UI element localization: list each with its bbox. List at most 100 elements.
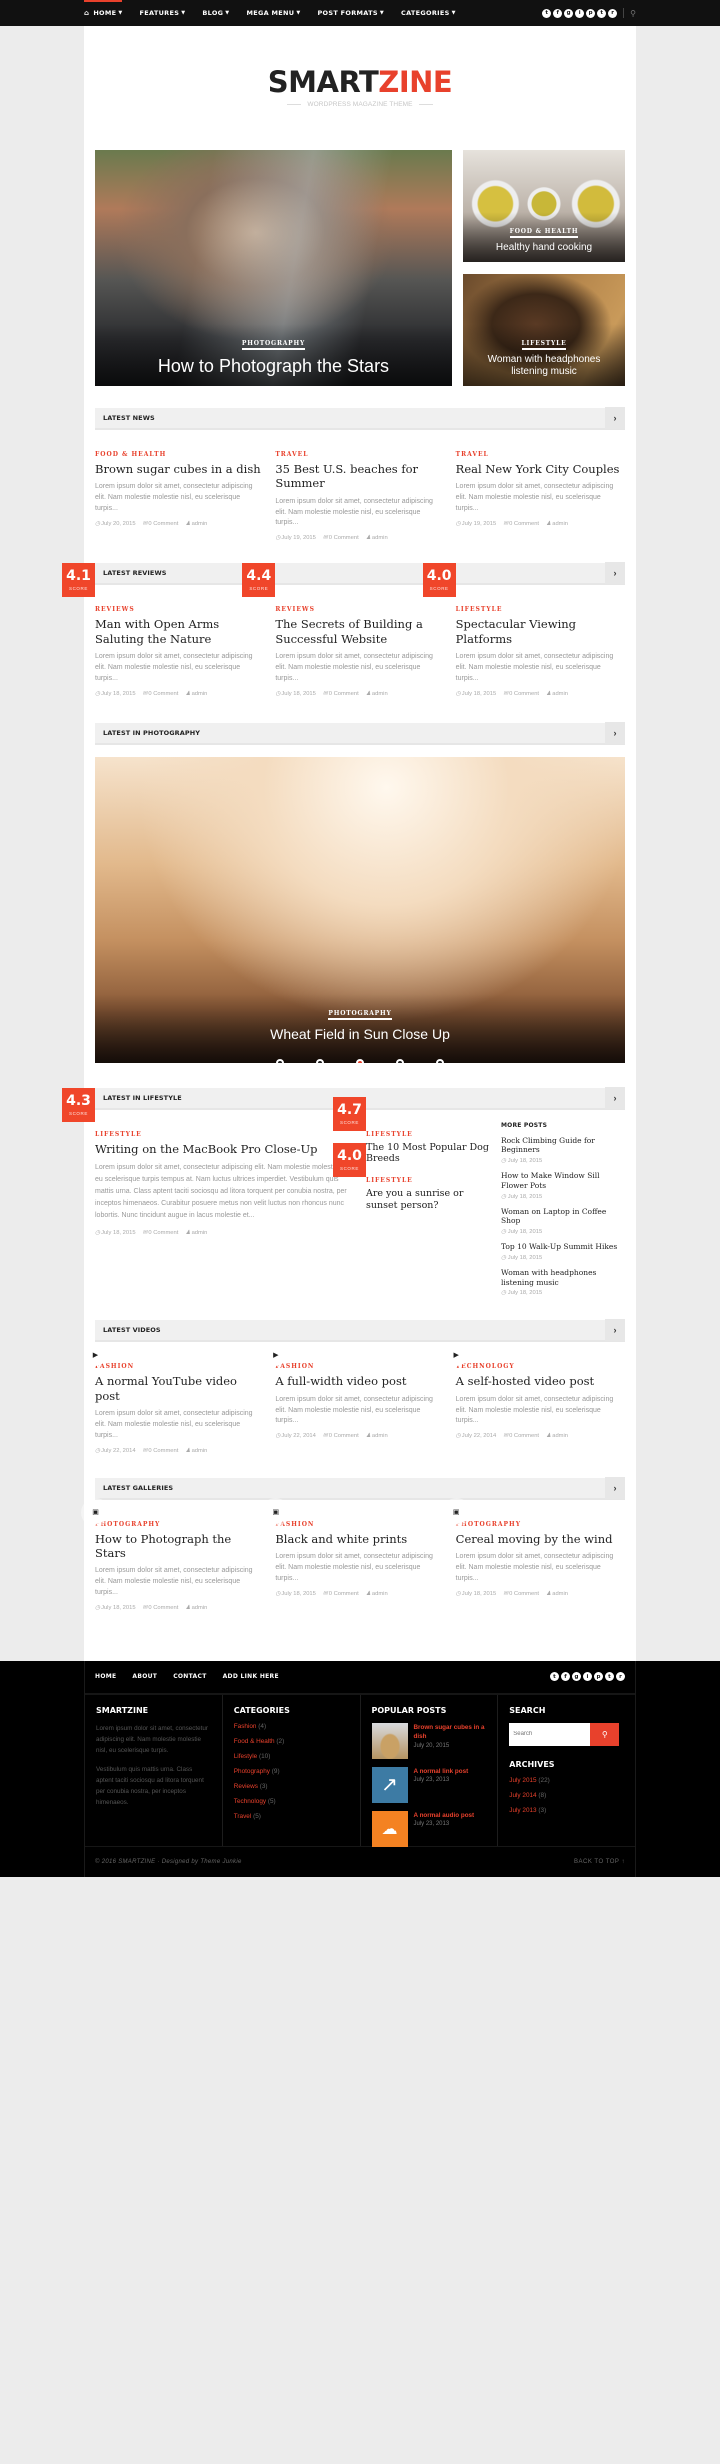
category-link[interactable]: Lifestyle (10)	[234, 1753, 349, 1760]
post-category[interactable]: PHOTOGRAPHY	[95, 1521, 264, 1528]
instagram-icon[interactable]: i	[583, 1672, 592, 1682]
footer-nav-about[interactable]: ABOUT	[132, 1673, 157, 1680]
archive-link[interactable]: July 2014 (8)	[509, 1792, 624, 1799]
popular-post[interactable]: Brown sugar cubes in a dish July 20, 2015	[371, 1722, 487, 1759]
link-icon[interactable]: ↗	[371, 1766, 408, 1803]
post-category[interactable]: REVIEWS	[95, 606, 264, 613]
chevron-right-icon[interactable]: ›	[605, 1319, 625, 1342]
post-title[interactable]: A self-hosted video post	[456, 1374, 625, 1388]
post-thumbnail[interactable]	[371, 1722, 408, 1759]
post-title[interactable]: The Secrets of Building a Successful Web…	[275, 617, 444, 646]
nav-blog[interactable]: BLOG ▼	[202, 9, 237, 17]
post-category[interactable]: FASHION	[275, 1363, 444, 1370]
pinterest-icon[interactable]: p	[586, 8, 596, 18]
caret-down-icon: ▼	[451, 10, 456, 16]
post-title[interactable]: Healthy hand cooking	[471, 242, 617, 254]
chevron-right-icon[interactable]: ›	[605, 1476, 625, 1499]
post-title[interactable]: Cereal moving by the wind	[456, 1532, 625, 1546]
post-category[interactable]: REVIEWS	[275, 606, 444, 613]
post-category[interactable]: TRAVEL	[275, 451, 444, 458]
post-category[interactable]: LIFESTYLE	[366, 1177, 490, 1184]
post-title[interactable]: Man with Open Arms Saluting the Nature	[95, 617, 264, 646]
post-title[interactable]: Wheat Field in Sun Close Up	[103, 1026, 617, 1043]
category-link[interactable]: Reviews (3)	[234, 1783, 349, 1790]
nav-features[interactable]: FEATURES ▼	[140, 9, 194, 17]
slider-dot[interactable]	[396, 1058, 404, 1063]
post-title[interactable]: Real New York City Couples	[456, 462, 625, 476]
post-title[interactable]: Black and white prints	[275, 1532, 444, 1546]
search-button[interactable]: ⚲	[590, 1722, 620, 1746]
post-category[interactable]: LIFESTYLE	[366, 1131, 490, 1138]
post-title[interactable]: Brown sugar cubes in a dish	[95, 462, 264, 476]
twitter-icon[interactable]: t	[550, 1672, 559, 1682]
back-to-top-link[interactable]: BACK TO TOP ↑	[574, 1859, 625, 1865]
facebook-icon[interactable]: f	[553, 8, 563, 18]
slider-dot[interactable]	[436, 1058, 444, 1063]
post-category[interactable]: FOOD & HEALTH	[95, 451, 264, 458]
post-title[interactable]: A full-width video post	[275, 1374, 444, 1388]
facebook-icon[interactable]: f	[561, 1672, 570, 1682]
archive-link[interactable]: July 2013 (3)	[509, 1807, 624, 1814]
clock-icon: ◷	[95, 520, 101, 527]
post-category[interactable]: TECHNOLOGY	[456, 1363, 625, 1370]
post-title[interactable]: 35 Best U.S. beaches for Summer	[275, 462, 444, 491]
chevron-right-icon[interactable]: ›	[605, 562, 625, 585]
post-title[interactable]: Woman with headphones listening music	[471, 354, 617, 378]
post-category[interactable]: PHOTOGRAPHY	[241, 340, 306, 351]
search-input[interactable]	[509, 1722, 591, 1746]
slider-dot-active[interactable]	[356, 1058, 364, 1063]
slider-dot[interactable]	[316, 1058, 324, 1063]
post-title[interactable]: The 10 Most Popular Dog Breeds	[366, 1142, 490, 1166]
popular-post[interactable]: ↗ A normal link post July 23, 2013	[371, 1766, 487, 1803]
tumblr-icon[interactable]: t	[597, 8, 607, 18]
post-title[interactable]: How to Photograph the Stars	[95, 1532, 264, 1561]
search-icon[interactable]: ⚲	[630, 9, 636, 18]
post-title[interactable]: Writing on the MacBook Pro Close-Up	[95, 1142, 355, 1156]
post-category[interactable]: FASHION	[95, 1363, 264, 1370]
post-title[interactable]: A normal YouTube video post	[95, 1374, 264, 1403]
site-logo[interactable]: SMARTZINE	[268, 68, 453, 97]
post-category[interactable]: FOOD & HEALTH	[509, 228, 579, 238]
footer-nav-add-link[interactable]: ADD LINK HERE	[223, 1673, 279, 1680]
category-link[interactable]: Fashion (4)	[234, 1723, 349, 1730]
post-title[interactable]: How to Photograph the Stars	[103, 356, 444, 378]
post-category[interactable]: LIFESTYLE	[95, 1131, 355, 1138]
popular-post[interactable]: ☁ A normal audio post July 23, 2013	[371, 1810, 487, 1847]
category-link[interactable]: Food & Health (2)	[234, 1738, 349, 1745]
post-title[interactable]: Are you a sunrise or sunset person?	[366, 1188, 490, 1212]
footer-nav-home[interactable]: HOME	[95, 1673, 116, 1680]
tumblr-icon[interactable]: t	[605, 1672, 614, 1682]
post-meta: ◷ July 18, 2015 ✉ 0 Comment ♟ admin	[275, 1590, 388, 1597]
nav-categories[interactable]: CATEGORIES ▼	[401, 9, 464, 17]
slider-dot[interactable]	[276, 1058, 284, 1063]
soundcloud-icon[interactable]: ☁	[371, 1810, 408, 1847]
chevron-right-icon[interactable]: ›	[605, 721, 625, 744]
featured-post-side[interactable]: FOOD & HEALTH Healthy hand cooking	[463, 150, 625, 262]
nav-home[interactable]: ⌂ HOME ▼	[84, 9, 131, 17]
post-category[interactable]: PHOTOGRAPHY	[328, 1010, 392, 1020]
chevron-right-icon[interactable]: ›	[605, 1086, 625, 1109]
pinterest-icon[interactable]: p	[594, 1672, 603, 1682]
footer-nav-contact[interactable]: CONTACT	[173, 1673, 206, 1680]
featured-post-side[interactable]: LIFESTYLE Woman with headphones listenin…	[463, 274, 625, 386]
rss-icon[interactable]: r	[616, 1672, 625, 1682]
post-category[interactable]: LIFESTYLE	[521, 340, 567, 350]
post-category[interactable]: FASHION	[275, 1521, 444, 1528]
archive-link[interactable]: July 2015 (22)	[509, 1777, 624, 1784]
post-category[interactable]: PHOTOGRAPHY	[456, 1521, 625, 1528]
featured-post-main[interactable]: PHOTOGRAPHY How to Photograph the Stars	[95, 150, 452, 386]
post-category[interactable]: LIFESTYLE	[456, 606, 625, 613]
post-title[interactable]: Spectacular Viewing Platforms	[456, 617, 625, 646]
google-plus-icon[interactable]: g	[564, 8, 574, 18]
twitter-icon[interactable]: t	[542, 8, 552, 18]
chevron-right-icon[interactable]: ›	[605, 407, 625, 429]
category-link[interactable]: Travel (5)	[234, 1813, 349, 1820]
nav-post-formats[interactable]: POST FORMATS ▼	[317, 9, 392, 17]
rss-icon[interactable]: r	[608, 8, 618, 18]
google-plus-icon[interactable]: g	[572, 1672, 581, 1682]
category-link[interactable]: Technology (5)	[234, 1798, 349, 1805]
instagram-icon[interactable]: i	[575, 8, 585, 18]
nav-mega-menu[interactable]: MEGA MENU ▼	[246, 9, 308, 17]
post-category[interactable]: TRAVEL	[456, 451, 625, 458]
category-link[interactable]: Photography (9)	[234, 1768, 349, 1775]
